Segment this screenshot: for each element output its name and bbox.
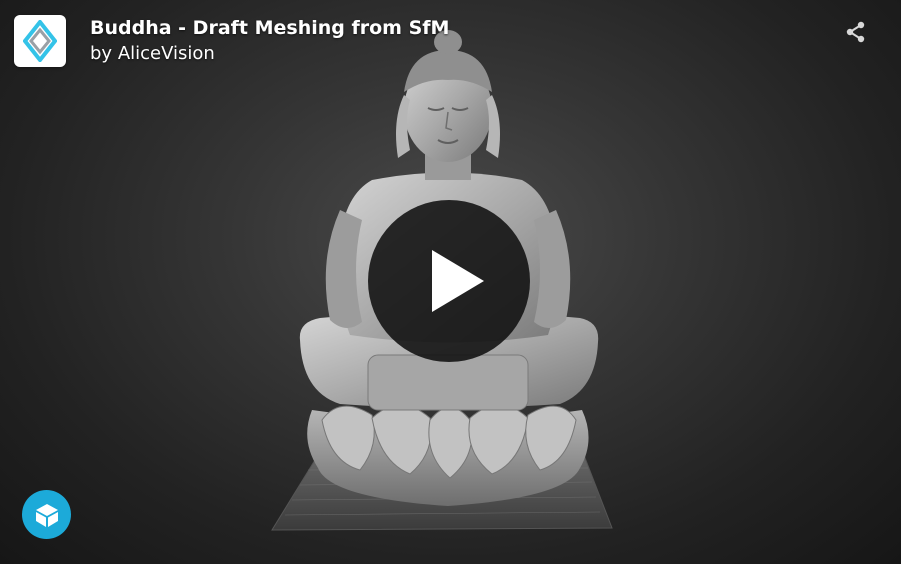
model-byline: by AliceVision bbox=[90, 41, 449, 67]
byline-prefix: by bbox=[90, 43, 113, 64]
author-link[interactable]: AliceVision bbox=[118, 43, 215, 64]
play-icon bbox=[432, 250, 484, 312]
model-title[interactable]: Buddha - Draft Meshing from SfM bbox=[90, 15, 449, 41]
model-viewer[interactable]: Buddha - Draft Meshing from SfM by Alice… bbox=[0, 0, 901, 564]
model-header: Buddha - Draft Meshing from SfM by Alice… bbox=[14, 15, 449, 67]
author-avatar[interactable] bbox=[14, 15, 66, 67]
alicevision-logo-icon bbox=[23, 20, 57, 62]
play-button[interactable] bbox=[368, 200, 530, 362]
sketchfab-cube-icon bbox=[35, 503, 58, 527]
share-button[interactable] bbox=[842, 18, 870, 46]
share-icon bbox=[846, 21, 865, 43]
sketchfab-logo-button[interactable] bbox=[22, 490, 71, 539]
